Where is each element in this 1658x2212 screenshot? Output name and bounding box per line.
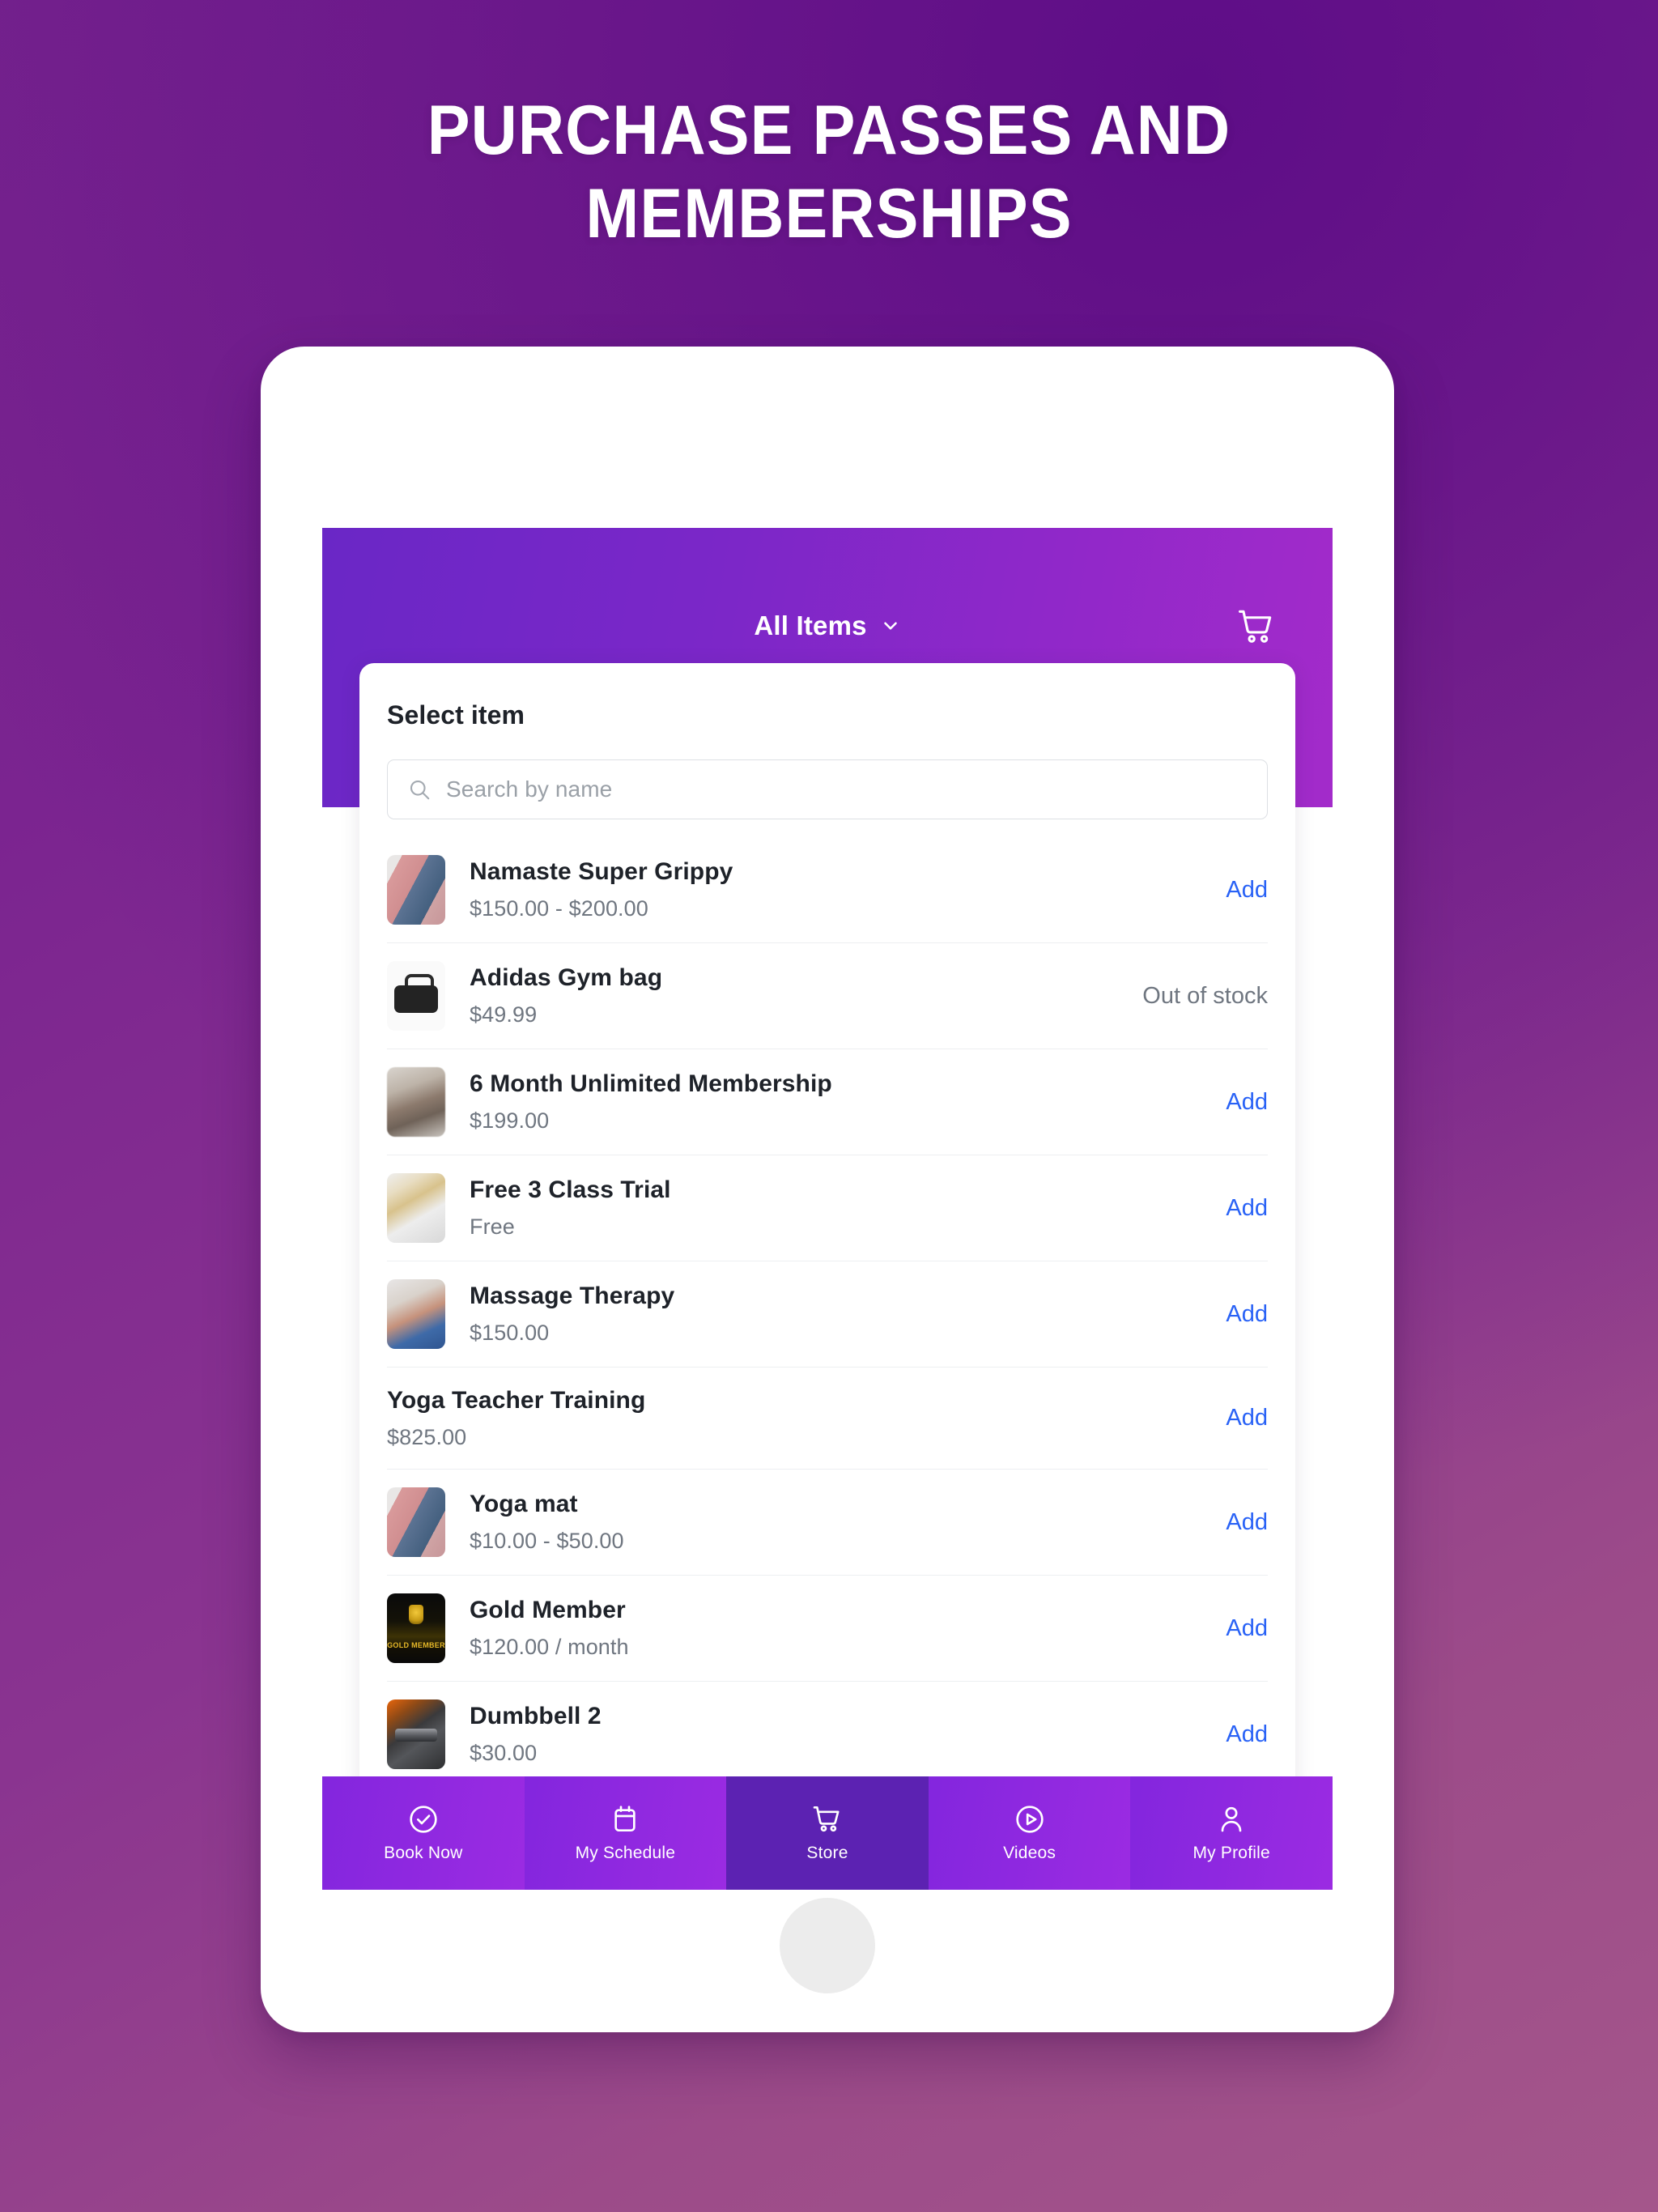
page-title: Purchase Passes and Memberships (427, 91, 1231, 253)
item-meta: Namaste Super Grippy $150.00 - $200.00 (470, 858, 1201, 921)
nav-item-label: Videos (1003, 1844, 1056, 1862)
item-thumbnail (387, 1279, 445, 1349)
add-item-button[interactable]: Add (1201, 1721, 1268, 1748)
item-name: 6 Month Unlimited Membership (470, 1070, 832, 1097)
nav-item-my-schedule[interactable]: My Schedule (524, 1776, 727, 1890)
item-name: Namaste Super Grippy (470, 858, 733, 885)
nav-item-my-profile[interactable]: My Profile (1130, 1776, 1333, 1890)
search-input-wrapper[interactable]: Search by name (387, 759, 1268, 819)
item-name: Free 3 Class Trial (470, 1176, 671, 1203)
item-meta: Dumbbell 2 $30.00 (470, 1703, 1201, 1766)
table-row[interactable]: Namaste Super Grippy $150.00 - $200.00 Add (387, 837, 1268, 942)
item-price: Free (470, 1214, 515, 1239)
item-name: Gold Member (470, 1597, 626, 1623)
nav-item-store[interactable]: Store (726, 1776, 929, 1890)
item-meta: Yoga mat $10.00 - $50.00 (470, 1491, 1201, 1554)
item-thumbnail (387, 855, 445, 925)
add-item-button[interactable]: Add (1201, 877, 1268, 904)
check-circle-icon (410, 1806, 437, 1833)
item-meta: Yoga Teacher Training $825.00 (387, 1387, 1201, 1450)
item-name: Massage Therapy (470, 1283, 675, 1309)
add-item-button[interactable]: Add (1201, 1509, 1268, 1536)
item-thumbnail (387, 961, 445, 1031)
chevron-down-icon (883, 622, 897, 630)
calendar-icon (614, 1806, 636, 1831)
table-row[interactable]: Yoga mat $10.00 - $50.00 Add (387, 1469, 1268, 1575)
table-row[interactable]: Massage Therapy $150.00 Add (387, 1261, 1268, 1367)
nav-item-label: My Profile (1192, 1844, 1270, 1862)
bottom-navigation-bar: Book Now My Schedule Store Videos My Profile (322, 1776, 1333, 1890)
item-thumbnail (387, 1699, 445, 1769)
table-row[interactable]: Adidas Gym bag $49.99 Out of stock (387, 942, 1268, 1049)
add-item-button[interactable]: Add (1201, 1195, 1268, 1222)
item-price: $30.00 (470, 1741, 538, 1765)
nav-item-label: My Schedule (575, 1844, 676, 1862)
panel-title: Select item (387, 700, 525, 730)
table-row[interactable]: Dumbbell 2 $30.00 Add (387, 1681, 1268, 1787)
item-meta: Gold Member $120.00 / month (470, 1597, 1201, 1660)
item-price: $10.00 - $50.00 (470, 1529, 624, 1553)
shopping-cart-icon (813, 1806, 840, 1832)
play-circle-icon (1015, 1806, 1044, 1833)
add-item-button[interactable]: Add (1201, 1405, 1268, 1431)
table-row[interactable]: Free 3 Class Trial Free Add (387, 1155, 1268, 1261)
item-name: Dumbbell 2 (470, 1703, 602, 1729)
select-item-panel: Select item Search by name Namaste Super… (359, 663, 1295, 1787)
add-item-button[interactable]: Add (1201, 1089, 1268, 1116)
item-price: $199.00 (470, 1108, 550, 1133)
item-meta: Adidas Gym bag $49.99 (470, 964, 1118, 1027)
nav-item-book-now[interactable]: Book Now (322, 1776, 525, 1890)
item-name: Yoga mat (470, 1491, 578, 1517)
item-thumbnail (387, 1067, 445, 1137)
table-row[interactable]: Yoga Teacher Training $825.00 Add (387, 1367, 1268, 1469)
item-price: $150.00 (470, 1321, 550, 1345)
all-items-filter-label: All Items (754, 610, 867, 640)
cart-button[interactable] (1232, 602, 1281, 651)
item-meta: Free 3 Class Trial Free (470, 1176, 1201, 1240)
home-button[interactable] (780, 1898, 875, 1993)
search-icon (410, 780, 430, 800)
item-meta: 6 Month Unlimited Membership $199.00 (470, 1070, 1201, 1134)
table-row[interactable]: Gold Member $120.00 / month Add (387, 1575, 1268, 1681)
person-icon (1221, 1806, 1242, 1832)
item-thumbnail (387, 1593, 445, 1663)
add-item-button[interactable]: Add (1201, 1301, 1268, 1328)
nav-item-videos[interactable]: Videos (928, 1776, 1131, 1890)
item-price: $150.00 - $200.00 (470, 896, 648, 921)
item-name: Yoga Teacher Training (387, 1386, 646, 1414)
nav-item-label: Store (806, 1844, 848, 1862)
all-items-filter-dropdown[interactable]: All Items (754, 610, 900, 641)
add-item-button[interactable]: Add (1201, 1615, 1268, 1642)
item-thumbnail (387, 1487, 445, 1557)
item-thumbnail (387, 1173, 445, 1243)
table-row[interactable]: 6 Month Unlimited Membership $199.00 Add (387, 1049, 1268, 1155)
shopping-cart-icon (1239, 610, 1272, 643)
out-of-stock-label: Out of stock (1142, 982, 1268, 1009)
item-list: Namaste Super Grippy $150.00 - $200.00 Add… (387, 837, 1268, 1787)
item-price: $825.00 (387, 1424, 467, 1449)
nav-item-label: Book Now (384, 1844, 463, 1862)
search-input[interactable]: Search by name (446, 776, 612, 802)
app-screen: All Items Select item Search by name Nam… (322, 528, 1333, 1888)
item-name: Adidas Gym bag (470, 964, 663, 991)
item-price: $49.99 (470, 1002, 538, 1027)
item-price: $120.00 / month (470, 1635, 629, 1659)
item-meta: Massage Therapy $150.00 (470, 1283, 1201, 1346)
